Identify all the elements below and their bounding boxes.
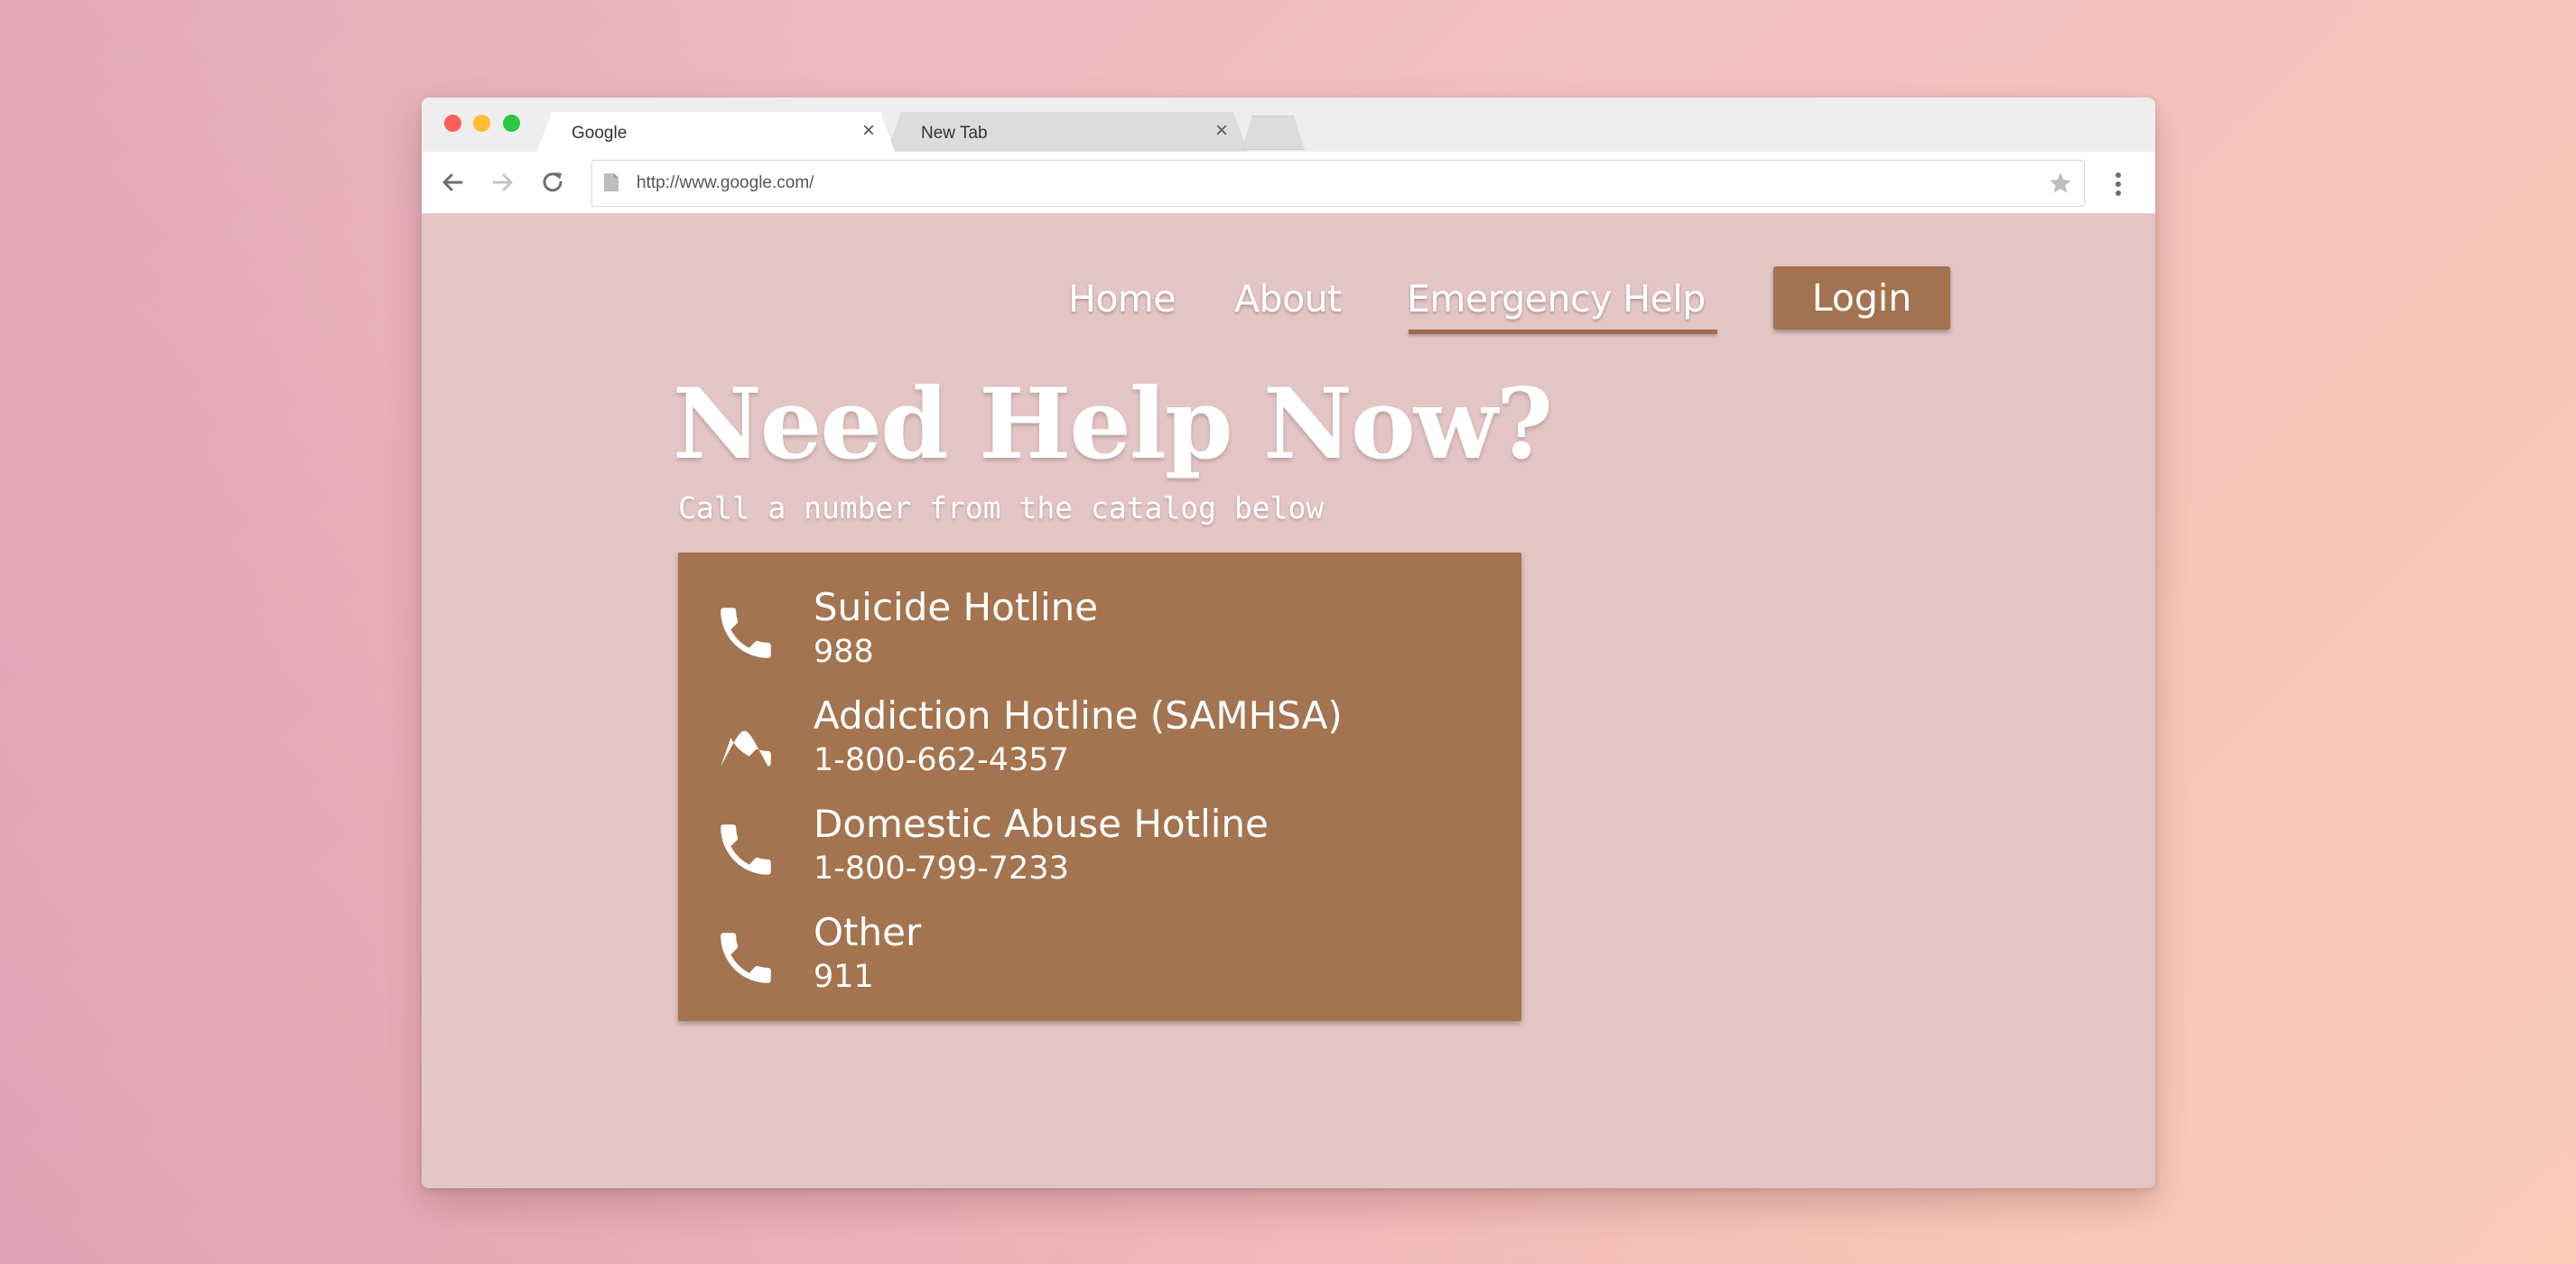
- hotline-catalog: Suicide Hotline 988 Addiction Hotline (S…: [678, 553, 1521, 1021]
- reload-icon[interactable]: [538, 168, 567, 197]
- page-title: Need Help Now?: [673, 367, 1553, 481]
- tab-title: Google: [572, 124, 628, 143]
- nav-home-link[interactable]: Home: [1068, 277, 1176, 321]
- close-tab-icon[interactable]: ×: [1215, 120, 1228, 142]
- hotline-name: Domestic Abuse Hotline: [814, 802, 1269, 846]
- new-tab-button[interactable]: [1242, 116, 1305, 150]
- hotline-name: Suicide Hotline: [814, 585, 1099, 629]
- close-window-button[interactable]: [444, 115, 461, 132]
- minimize-window-button[interactable]: [473, 115, 490, 132]
- nav-emergency-help-link[interactable]: Emergency Help: [1407, 277, 1706, 321]
- back-arrow-icon[interactable]: [438, 168, 467, 197]
- hotline-item[interactable]: Addiction Hotline (SAMHSA) 1-800-662-435…: [678, 663, 1521, 778]
- page-content: Home About Emergency Help Login Need Hel…: [422, 214, 2155, 1188]
- address-bar[interactable]: http://www.google.com/: [591, 160, 2085, 207]
- nav-about-link[interactable]: About: [1234, 277, 1342, 321]
- tab-bar: Google × New Tab ×: [422, 98, 2155, 153]
- page-icon: [604, 173, 618, 191]
- url-text: http://www.google.com/: [637, 173, 814, 192]
- phone-icon: [721, 608, 771, 658]
- close-tab-icon[interactable]: ×: [862, 120, 875, 142]
- hotline-name: Other: [814, 910, 922, 954]
- hotline-item[interactable]: Suicide Hotline 988: [678, 554, 1521, 670]
- hotline-number[interactable]: 911: [814, 959, 874, 995]
- browser-window: Google × New Tab × http://www.google.com…: [422, 98, 2155, 1188]
- phone-icon: [721, 824, 771, 875]
- active-nav-underline: [1409, 330, 1717, 334]
- page-subtitle: Call a number from the catalog below: [678, 490, 1325, 525]
- tab-google[interactable]: Google ×: [537, 112, 895, 152]
- hotline-item[interactable]: Other 911: [678, 879, 1521, 995]
- browser-toolbar: http://www.google.com/: [422, 152, 2155, 214]
- hotline-name: Addiction Hotline (SAMHSA): [814, 693, 1343, 738]
- maximize-window-button[interactable]: [503, 115, 520, 132]
- browser-menu-icon[interactable]: [2114, 172, 2123, 197]
- tab-new-tab[interactable]: New Tab ×: [887, 112, 1248, 152]
- hotline-item[interactable]: Domestic Abuse Hotline 1-800-799-7233: [678, 771, 1521, 887]
- forward-arrow-icon[interactable]: [488, 168, 517, 197]
- bookmark-star-icon[interactable]: [2048, 171, 2073, 196]
- phone-icon: [721, 730, 771, 767]
- login-button[interactable]: Login: [1773, 266, 1950, 330]
- phone-icon: [721, 933, 771, 983]
- tab-title: New Tab: [921, 124, 988, 143]
